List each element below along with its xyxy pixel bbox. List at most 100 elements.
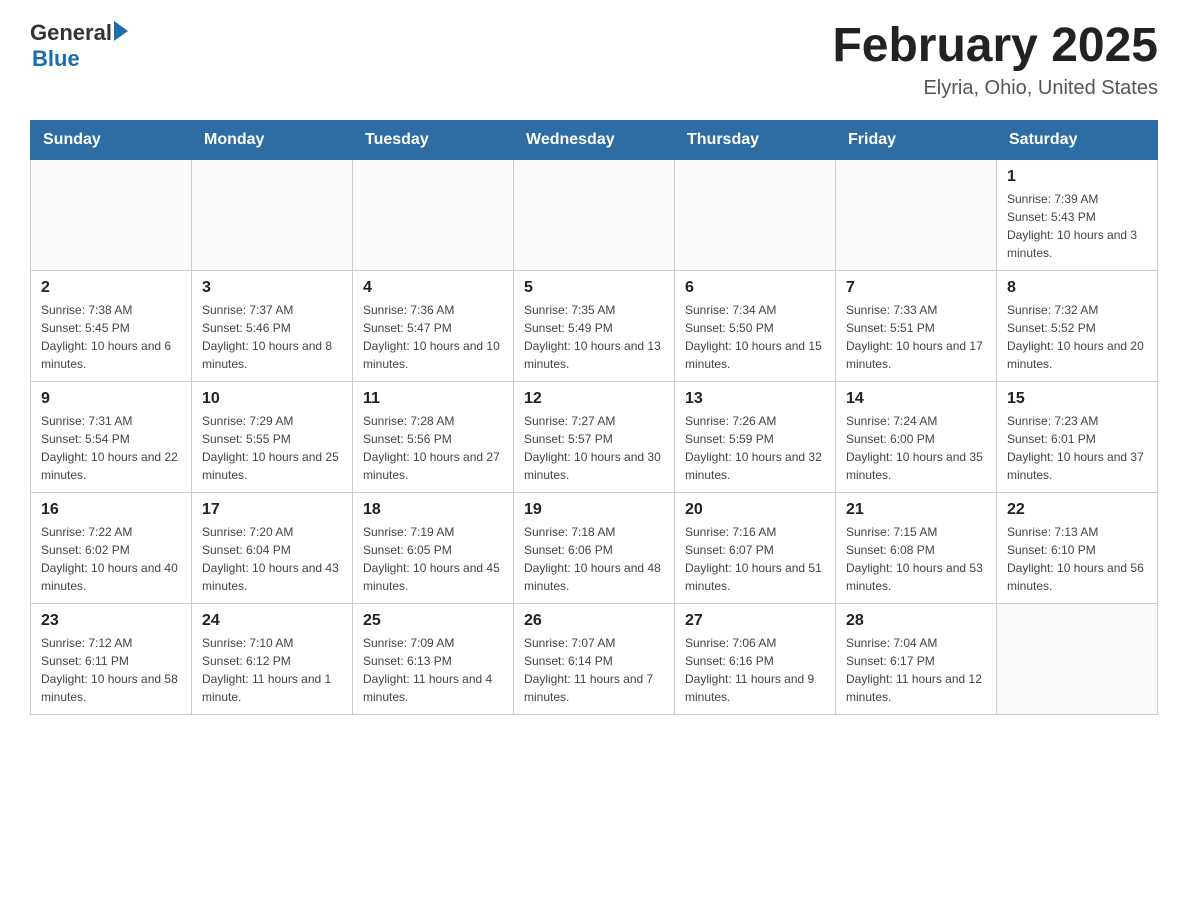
day-info: Sunrise: 7:26 AMSunset: 5:59 PMDaylight:… xyxy=(685,412,825,484)
weekday-header-sunday: Sunday xyxy=(31,120,192,159)
calendar-cell: 5 Sunrise: 7:35 AMSunset: 5:49 PMDaylight… xyxy=(514,270,675,381)
page-header: General Blue February 2025 Elyria, Ohio,… xyxy=(30,20,1158,100)
week-row-2: 2 Sunrise: 7:38 AMSunset: 5:45 PMDaylight… xyxy=(31,270,1158,381)
day-number: 1 xyxy=(1007,168,1147,186)
calendar-cell: 4 Sunrise: 7:36 AMSunset: 5:47 PMDaylight… xyxy=(353,270,514,381)
week-row-5: 23 Sunrise: 7:12 AMSunset: 6:11 PMDayligh… xyxy=(31,603,1158,714)
day-info: Sunrise: 7:09 AMSunset: 6:13 PMDaylight:… xyxy=(363,634,503,706)
day-info: Sunrise: 7:10 AMSunset: 6:12 PMDaylight:… xyxy=(202,634,342,706)
day-number: 3 xyxy=(202,279,342,297)
calendar-cell: 15Sunrise: 7:23 AMSunset: 6:01 PMDayligh… xyxy=(997,381,1158,492)
logo-arrow-icon xyxy=(114,21,128,41)
day-number: 15 xyxy=(1007,390,1147,408)
calendar-cell: 2 Sunrise: 7:38 AMSunset: 5:45 PMDaylight… xyxy=(31,270,192,381)
calendar-table: SundayMondayTuesdayWednesdayThursdayFrid… xyxy=(30,120,1158,715)
calendar-cell: 21 Sunrise: 7:15 AMSunset: 6:08 PMDayligh… xyxy=(836,492,997,603)
day-info: Sunrise: 7:19 AMSunset: 6:05 PMDaylight:… xyxy=(363,523,503,595)
day-number: 14 xyxy=(846,390,986,408)
day-number: 22 xyxy=(1007,501,1147,519)
calendar-cell xyxy=(514,159,675,270)
calendar-cell: 16Sunrise: 7:22 AMSunset: 6:02 PMDayligh… xyxy=(31,492,192,603)
calendar-cell xyxy=(836,159,997,270)
day-number: 4 xyxy=(363,279,503,297)
weekday-header-thursday: Thursday xyxy=(675,120,836,159)
calendar-cell: 7 Sunrise: 7:33 AMSunset: 5:51 PMDaylight… xyxy=(836,270,997,381)
day-info: Sunrise: 7:28 AMSunset: 5:56 PMDaylight:… xyxy=(363,412,503,484)
calendar-cell: 1 Sunrise: 7:39 AMSunset: 5:43 PMDaylight… xyxy=(997,159,1158,270)
day-info: Sunrise: 7:15 AMSunset: 6:08 PMDaylight:… xyxy=(846,523,986,595)
calendar-cell xyxy=(997,603,1158,714)
day-info: Sunrise: 7:38 AMSunset: 5:45 PMDaylight:… xyxy=(41,301,181,373)
day-number: 16 xyxy=(41,501,181,519)
day-number: 10 xyxy=(202,390,342,408)
calendar-cell: 23 Sunrise: 7:12 AMSunset: 6:11 PMDayligh… xyxy=(31,603,192,714)
day-number: 9 xyxy=(41,390,181,408)
day-info: Sunrise: 7:35 AMSunset: 5:49 PMDaylight:… xyxy=(524,301,664,373)
day-number: 25 xyxy=(363,612,503,630)
day-info: Sunrise: 7:27 AMSunset: 5:57 PMDaylight:… xyxy=(524,412,664,484)
calendar-cell: 14 Sunrise: 7:24 AMSunset: 6:00 PMDayligh… xyxy=(836,381,997,492)
day-number: 27 xyxy=(685,612,825,630)
weekday-header-friday: Friday xyxy=(836,120,997,159)
day-info: Sunrise: 7:13 AMSunset: 6:10 PMDaylight:… xyxy=(1007,523,1147,595)
day-info: Sunrise: 7:04 AMSunset: 6:17 PMDaylight:… xyxy=(846,634,986,706)
logo-blue: Blue xyxy=(32,46,128,72)
calendar-cell: 22 Sunrise: 7:13 AMSunset: 6:10 PMDayligh… xyxy=(997,492,1158,603)
day-number: 12 xyxy=(524,390,664,408)
weekday-header-tuesday: Tuesday xyxy=(353,120,514,159)
day-info: Sunrise: 7:12 AMSunset: 6:11 PMDaylight:… xyxy=(41,634,181,706)
calendar-subtitle: Elyria, Ohio, United States xyxy=(832,77,1158,100)
weekday-header-wednesday: Wednesday xyxy=(514,120,675,159)
calendar-cell: 10 Sunrise: 7:29 AMSunset: 5:55 PMDayligh… xyxy=(192,381,353,492)
day-info: Sunrise: 7:34 AMSunset: 5:50 PMDaylight:… xyxy=(685,301,825,373)
calendar-cell: 8Sunrise: 7:32 AMSunset: 5:52 PMDaylight… xyxy=(997,270,1158,381)
logo: General Blue xyxy=(30,20,128,72)
day-info: Sunrise: 7:18 AMSunset: 6:06 PMDaylight:… xyxy=(524,523,664,595)
calendar-cell: 25 Sunrise: 7:09 AMSunset: 6:13 PMDayligh… xyxy=(353,603,514,714)
weekday-header-monday: Monday xyxy=(192,120,353,159)
day-number: 21 xyxy=(846,501,986,519)
calendar-cell: 17Sunrise: 7:20 AMSunset: 6:04 PMDayligh… xyxy=(192,492,353,603)
day-info: Sunrise: 7:37 AMSunset: 5:46 PMDaylight:… xyxy=(202,301,342,373)
day-info: Sunrise: 7:20 AMSunset: 6:04 PMDaylight:… xyxy=(202,523,342,595)
week-row-1: 1 Sunrise: 7:39 AMSunset: 5:43 PMDaylight… xyxy=(31,159,1158,270)
day-info: Sunrise: 7:36 AMSunset: 5:47 PMDaylight:… xyxy=(363,301,503,373)
calendar-cell xyxy=(31,159,192,270)
calendar-title: February 2025 xyxy=(832,20,1158,73)
weekday-header-row: SundayMondayTuesdayWednesdayThursdayFrid… xyxy=(31,120,1158,159)
calendar-cell xyxy=(675,159,836,270)
calendar-cell: 26 Sunrise: 7:07 AMSunset: 6:14 PMDayligh… xyxy=(514,603,675,714)
calendar-cell xyxy=(353,159,514,270)
day-info: Sunrise: 7:06 AMSunset: 6:16 PMDaylight:… xyxy=(685,634,825,706)
day-number: 26 xyxy=(524,612,664,630)
day-number: 24 xyxy=(202,612,342,630)
calendar-cell: 13Sunrise: 7:26 AMSunset: 5:59 PMDayligh… xyxy=(675,381,836,492)
logo-general: General xyxy=(30,20,112,46)
day-number: 8 xyxy=(1007,279,1147,297)
week-row-3: 9Sunrise: 7:31 AMSunset: 5:54 PMDaylight… xyxy=(31,381,1158,492)
day-number: 7 xyxy=(846,279,986,297)
calendar-cell: 6Sunrise: 7:34 AMSunset: 5:50 PMDaylight… xyxy=(675,270,836,381)
day-info: Sunrise: 7:07 AMSunset: 6:14 PMDaylight:… xyxy=(524,634,664,706)
day-info: Sunrise: 7:24 AMSunset: 6:00 PMDaylight:… xyxy=(846,412,986,484)
day-info: Sunrise: 7:16 AMSunset: 6:07 PMDaylight:… xyxy=(685,523,825,595)
day-number: 28 xyxy=(846,612,986,630)
day-number: 23 xyxy=(41,612,181,630)
day-number: 2 xyxy=(41,279,181,297)
calendar-cell: 18Sunrise: 7:19 AMSunset: 6:05 PMDayligh… xyxy=(353,492,514,603)
calendar-cell: 24 Sunrise: 7:10 AMSunset: 6:12 PMDayligh… xyxy=(192,603,353,714)
calendar-cell: 27 Sunrise: 7:06 AMSunset: 6:16 PMDayligh… xyxy=(675,603,836,714)
day-info: Sunrise: 7:39 AMSunset: 5:43 PMDaylight:… xyxy=(1007,190,1147,262)
calendar-cell: 12 Sunrise: 7:27 AMSunset: 5:57 PMDayligh… xyxy=(514,381,675,492)
day-number: 20 xyxy=(685,501,825,519)
day-info: Sunrise: 7:29 AMSunset: 5:55 PMDaylight:… xyxy=(202,412,342,484)
day-info: Sunrise: 7:33 AMSunset: 5:51 PMDaylight:… xyxy=(846,301,986,373)
day-number: 11 xyxy=(363,390,503,408)
weekday-header-saturday: Saturday xyxy=(997,120,1158,159)
calendar-cell: 28 Sunrise: 7:04 AMSunset: 6:17 PMDayligh… xyxy=(836,603,997,714)
day-number: 5 xyxy=(524,279,664,297)
day-number: 19 xyxy=(524,501,664,519)
title-block: February 2025 Elyria, Ohio, United State… xyxy=(832,20,1158,100)
calendar-cell: 11 Sunrise: 7:28 AMSunset: 5:56 PMDayligh… xyxy=(353,381,514,492)
calendar-cell xyxy=(192,159,353,270)
